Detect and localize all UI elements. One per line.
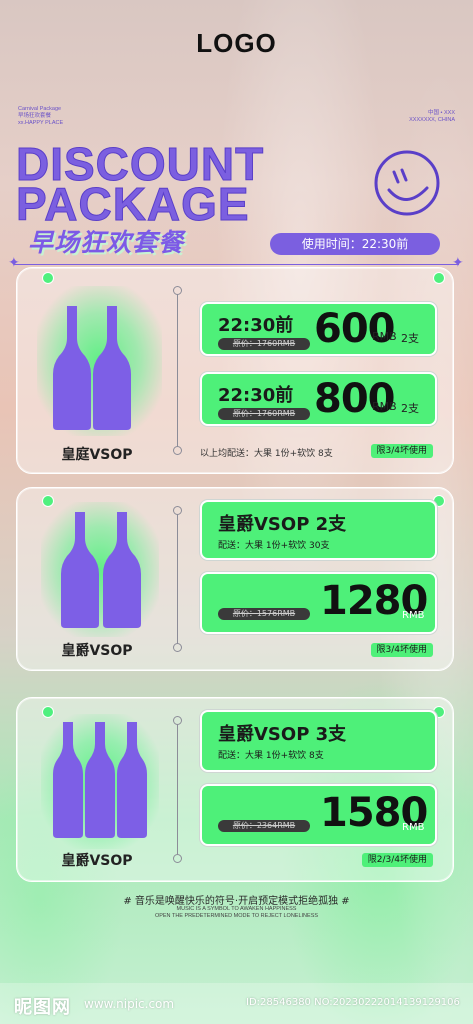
offer-price: 600 — [314, 306, 395, 352]
offer-time: 22:30前 — [218, 385, 294, 406]
product-name: 皇爵VSOP — [61, 853, 133, 869]
price-unit: RMB — [402, 610, 425, 621]
offer-price: 800 — [314, 376, 395, 422]
price-unit: RMB — [372, 400, 397, 413]
delivery-text: 配送：大果 1份+软饮 8支 — [218, 751, 324, 761]
original-price: 原价：1576RMB — [218, 608, 310, 620]
header-small-right-line: XXXXXXX, CHINA — [409, 117, 455, 123]
watermark-site: 昵图网 — [14, 997, 71, 1018]
header-small-left-line: 早场狂欢套餐 — [18, 113, 52, 119]
sparkle-icon: ✦ — [452, 255, 464, 271]
header-small-right: 中国 • XXX XXXXXXX, CHINA — [409, 110, 455, 124]
header-small-left-line: xx.HAPPY PLACE — [18, 120, 64, 126]
product-name: 皇庭VSOP — [61, 447, 133, 463]
offer-box: 皇爵VSOP 2支 配送：大果 1份+软饮 30支 — [200, 500, 437, 560]
title-cn: 早场狂欢套餐 — [28, 228, 185, 257]
price-unit: RMB — [402, 822, 425, 833]
timeline-divider — [173, 506, 182, 652]
divider — [14, 264, 459, 265]
offer-box: 22:30前 原价：1760RMB 800 RMB 2支 — [200, 372, 437, 426]
original-price: 原价：1760RMB — [218, 408, 310, 420]
delivery-note: 以上均配送：大果 1份+软饮 8支 — [200, 449, 333, 459]
header-small-left: Carnival Package 早场狂欢套餐 xx.HAPPY PLACE — [18, 106, 63, 127]
wine-bottles-icon — [53, 306, 131, 430]
package-card-2: 皇爵VSOP 皇爵VSOP 2支 配送：大果 1份+软饮 30支 原价：1576… — [16, 487, 454, 671]
smiley-face-icon — [374, 150, 440, 216]
headline-package: PACKAGE — [16, 178, 250, 230]
package-card-1: 皇庭VSOP 22:30前 原价：1760RMB 600 RMB 2支 22:3… — [16, 267, 454, 474]
usage-tag: 限3/4坏使用 — [370, 444, 433, 458]
header-small-right-line: 中国 • XXX — [428, 110, 455, 116]
wine-bottles-icon — [61, 512, 141, 628]
offer-name: 皇爵VSOP 3支 — [218, 724, 347, 745]
offer-box: 皇爵VSOP 3支 配送：大果 1份+软饮 8支 — [200, 710, 437, 772]
watermark-url: www.nipic.com — [84, 997, 175, 1011]
delivery-text: 配送：大果 1份+软饮 30支 — [218, 541, 330, 551]
usage-time-pill: 使用时间：22:30前 — [270, 233, 440, 255]
timeline-divider — [173, 286, 182, 455]
offer-time: 22:30前 — [218, 315, 294, 336]
slogan-english-line: MUSIC IS A SYMBOL TO AWAKEN HAPPINESS — [176, 906, 297, 912]
slogan: # 音乐是唤醒快乐的符号·开启预定模式拒绝孤独 # — [123, 896, 350, 907]
original-price: 原价：1760RMB — [218, 338, 310, 350]
original-price: 原价：2364RMB — [218, 820, 310, 832]
wine-bottles-icon — [53, 722, 147, 838]
usage-tag: 限3/4坏使用 — [370, 643, 433, 657]
price-unit: RMB — [372, 330, 397, 343]
offer-box: 原价：1576RMB 1280 RMB — [200, 572, 437, 634]
offer-box: 原价：2364RMB 1580 RMB — [200, 784, 437, 846]
slogan-english: MUSIC IS A SYMBOL TO AWAKEN HAPPINESS OP… — [0, 906, 473, 920]
timeline-divider — [173, 716, 182, 863]
offer-qty: 2支 — [401, 332, 419, 345]
sparkle-icon: ✦ — [8, 255, 20, 271]
corner-dot — [42, 272, 54, 284]
offer-box: 22:30前 原价：1760RMB 600 RMB 2支 — [200, 302, 437, 356]
corner-dot — [433, 272, 445, 284]
watermark-id: ID:28546380 NO:20230222014139129106 — [246, 997, 460, 1008]
header-small-left-line: Carnival Package — [18, 106, 62, 112]
package-card-3: 皇爵VSOP 皇爵VSOP 3支 配送：大果 1份+软饮 8支 原价：2364R… — [16, 697, 454, 882]
offer-qty: 2支 — [401, 402, 419, 415]
usage-tag: 限2/3/4坏使用 — [361, 853, 433, 867]
slogan-english-line: OPEN THE PREDETERMINED MODE TO REJECT LO… — [154, 913, 319, 919]
product-name: 皇爵VSOP — [61, 643, 133, 659]
offer-name: 皇爵VSOP 2支 — [218, 514, 347, 535]
logo: LOGO — [196, 28, 277, 58]
